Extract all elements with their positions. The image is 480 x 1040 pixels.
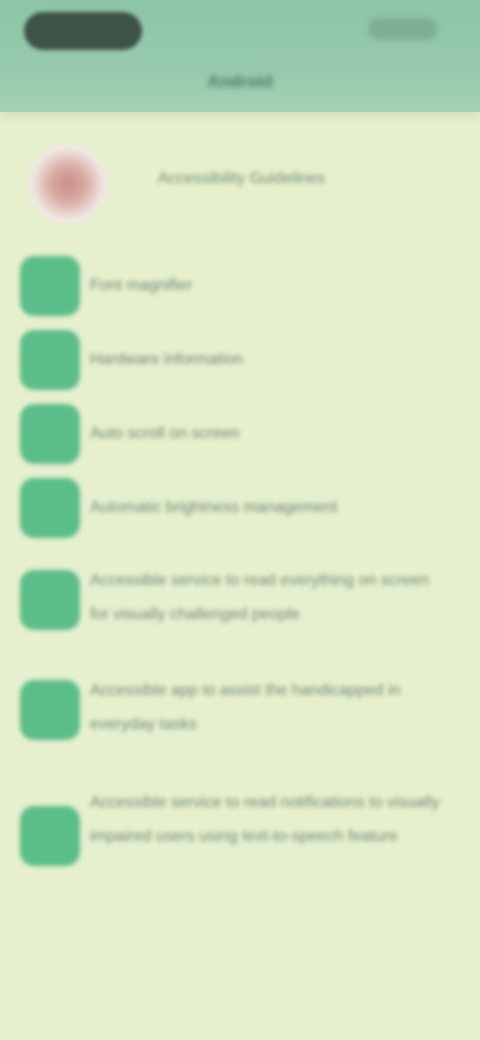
menu-item-screen-reader[interactable]: Accessible service to read everything on… [20,568,460,636]
app-icon [20,806,80,866]
app-icon [20,404,80,464]
menu-item-label: Accessible service to read notifications… [90,794,440,845]
menu-item-font-magnifier[interactable]: Font magnifier [20,256,460,316]
menu-item-label: Font magnifier [90,277,193,294]
menu-item-auto-scroll[interactable]: Auto scroll on screen [20,404,460,464]
menu-item-label: Accessible app to assist the handicapped… [90,682,401,733]
menu-item-label: Automatic brightness management [90,499,338,516]
profile-row[interactable]: Accessibility Guidelines [20,140,460,224]
profile-name: Accessibility Guidelines [158,170,326,187]
menu-item-handicapped-assist[interactable]: Accessible app to assist the handicapped… [20,678,460,746]
avatar [28,144,108,224]
app-icon [20,570,80,630]
app-icon [20,330,80,390]
menu-item-label: Accessible service to read everything on… [90,572,429,623]
menu-item-brightness[interactable]: Automatic brightness management [20,478,460,538]
menu-item-label: Auto scroll on screen [90,425,240,442]
status-bar-indicators [368,18,438,40]
app-icon [20,256,80,316]
status-bar-pill [24,12,142,50]
menu-item-notification-reader[interactable]: Accessible service to read notifications… [20,794,460,896]
menu-item-label: Hardware information [90,351,243,368]
app-icon [20,680,80,740]
app-icon [20,478,80,538]
menu-item-hardware-information[interactable]: Hardware information [20,330,460,390]
app-header: Android [0,0,480,112]
page-title: Android [207,72,273,91]
